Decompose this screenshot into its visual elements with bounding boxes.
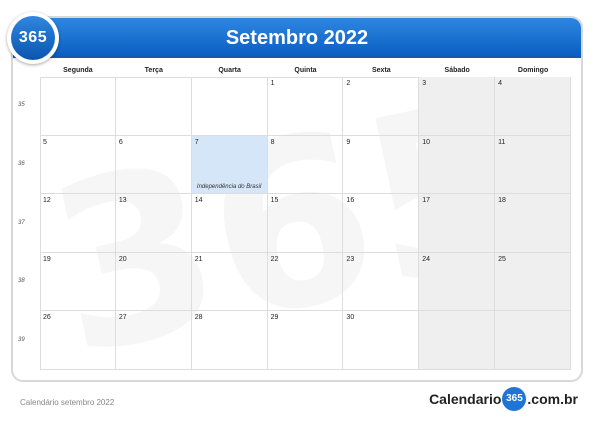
day-cell[interactable]: 13 [115,194,192,253]
day-cell[interactable]: 19 [40,252,116,312]
day-cell[interactable]: 24 [419,252,496,312]
day-number: 15 [270,197,279,205]
weekday-label: Domingo [517,67,549,74]
day-number: 5 [43,138,47,146]
day-number: 8 [270,138,275,146]
empty-day-cell [191,77,268,136]
day-number: 2 [346,80,351,87]
day-cell[interactable]: 17 [419,194,496,253]
day-cell[interactable]: 11 [495,135,571,195]
logo-365-badge: 365 [7,12,59,64]
day-number: 10 [422,138,431,146]
week-number: 35 [18,102,25,109]
day-number: 23 [346,255,355,263]
weekday-label: Sexta [372,67,391,74]
day-cell[interactable]: 29 [267,311,344,370]
day-number: 12 [43,197,51,205]
weekday-label: Terça [144,67,163,74]
day-cell[interactable]: 26 [40,311,116,370]
day-cell[interactable]: 15 [267,194,344,253]
day-cell[interactable]: 27 [115,311,192,370]
day-cell[interactable]: 9 [343,135,420,195]
day-cell[interactable]: 7 Independência do Brasil [191,135,268,195]
empty-day-cell [40,77,116,136]
day-cell[interactable]: 23 [343,252,420,312]
empty-day-cell [115,77,192,136]
day-cell[interactable]: 1 [267,77,344,136]
day-cell[interactable]: 10 [419,135,496,195]
day-number: 26 [43,314,51,322]
day-cell[interactable]: 4 [495,77,571,136]
day-cell[interactable]: 12 [40,194,116,253]
weekday-label: Sábado [444,67,470,74]
day-cell[interactable]: 5 [40,135,116,195]
day-number: 25 [498,255,506,263]
empty-day-cell [495,311,571,370]
day-cell[interactable]: 25 [495,252,571,312]
day-cell[interactable]: 28 [191,311,268,370]
day-number: 20 [118,255,127,263]
week-number: 39 [18,336,25,343]
day-number: 1 [270,80,275,87]
day-cell[interactable]: 21 [191,252,268,312]
footer-caption: Calendário setembro 2022 [20,398,115,407]
day-number: 7 [194,138,199,146]
month-title: Setembro 2022 [225,27,369,49]
brand-prefix: Calendario [429,391,502,407]
weekday-label: Quarta [218,67,241,74]
holiday-label: Independência do Brasil [196,184,262,191]
day-cell[interactable]: 20 [115,252,192,312]
day-number: 11 [498,138,506,146]
month-header: Setembro 2022 [13,18,581,58]
day-number: 21 [194,255,203,263]
day-number: 27 [118,314,127,322]
day-cell[interactable]: 30 [343,311,420,370]
day-number: 16 [346,197,355,205]
day-number: 4 [498,80,503,87]
day-number: 22 [270,255,279,263]
day-cell[interactable]: 22 [267,252,344,312]
day-cell[interactable]: 8 [267,135,344,195]
day-number: 14 [194,197,203,205]
day-number: 13 [118,197,127,205]
weekday-label: Segunda [63,67,93,74]
day-number: 24 [422,255,431,263]
weekday-header-row: Segunda Terça Quarta Quinta Sexta Sábado Domin… [40,65,571,77]
weekday-label: Quinta [294,67,317,74]
day-number: 29 [270,314,279,322]
day-cell[interactable]: 14 [191,194,268,253]
day-number: 6 [118,138,123,146]
day-number: 19 [43,255,51,263]
brand-365-badge: 365 [502,387,527,411]
brand-suffix: .com.br [527,391,578,407]
day-number: 18 [498,197,506,205]
day-number: 30 [346,314,355,322]
day-number: 28 [194,314,203,322]
week-number: 37 [18,219,25,226]
day-number: 9 [346,138,351,146]
day-number: 3 [422,80,427,87]
week-number: 36 [18,160,25,167]
calendar-page: Setembro 2022 365 365 SegundaTerçaQuarta… [0,0,600,424]
day-cell[interactable]: 16 [343,194,420,253]
day-cell[interactable]: 3 [419,77,496,136]
brand-logo[interactable]: Calendario 365 .com.br [429,387,578,411]
week-number: 38 [18,278,25,285]
day-cell[interactable]: 18 [495,194,571,253]
day-cell[interactable]: 6 [115,135,192,195]
logo-365-text: 365 [11,16,55,60]
empty-day-cell [419,311,496,370]
calendar-grid: Segunda Terça Quarta Quinta Sexta Sábado Domin… [40,65,571,370]
day-number: 17 [422,197,431,205]
day-cell[interactable]: 2 [343,77,420,136]
